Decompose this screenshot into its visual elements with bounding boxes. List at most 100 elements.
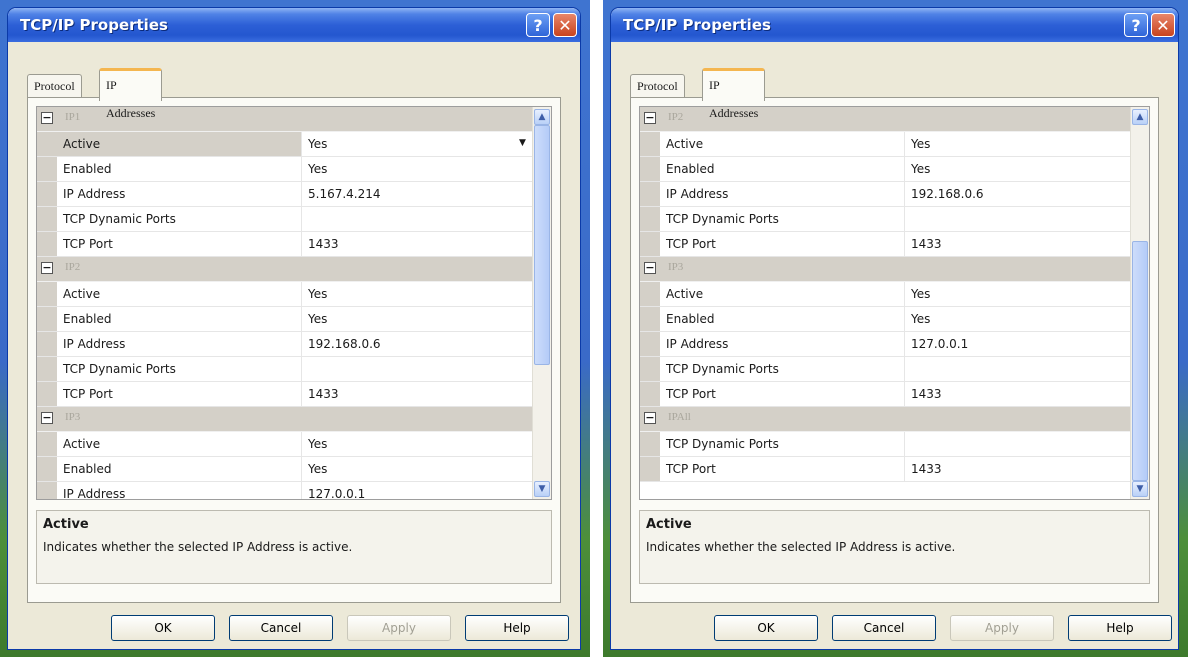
dropdown-arrow-icon[interactable]: ▼ [514,135,531,152]
apply-button[interactable]: Apply [950,615,1054,641]
scroll-thumb[interactable] [1132,241,1148,481]
category-row[interactable]: − IPAll [640,407,1131,432]
property-value[interactable]: Yes [302,282,533,306]
tab-protocol[interactable]: Protocol [630,74,685,97]
property-value[interactable] [905,357,1131,381]
property-value[interactable]: Yes ▼ [302,132,533,156]
property-value[interactable]: Yes [302,432,533,456]
row-gutter [37,307,57,331]
property-value[interactable]: Yes [302,157,533,181]
property-row[interactable]: TCP Port 1433 [37,232,533,257]
cancel-button[interactable]: Cancel [229,615,333,641]
desktop-background-right: TCP/IP Properties ? ✕ Protocol IP Addres… [603,0,1188,657]
scroll-up-icon[interactable]: ▲ [1132,109,1148,125]
property-value[interactable] [302,357,533,381]
property-row[interactable]: Active Yes [640,132,1131,157]
collapse-icon[interactable]: − [644,412,656,424]
ok-button[interactable]: OK [714,615,818,641]
row-gutter [640,432,660,456]
close-icon[interactable]: ✕ [553,13,577,37]
property-row[interactable]: IP Address 192.168.0.6 [37,332,533,357]
property-row[interactable]: TCP Port 1433 [640,457,1131,482]
property-value[interactable] [302,207,533,231]
property-row[interactable]: TCP Dynamic Ports [37,207,533,232]
property-value[interactable]: Yes [905,132,1131,156]
property-row[interactable]: Enabled Yes [37,457,533,482]
property-value[interactable]: 127.0.0.1 [302,482,533,500]
property-value[interactable] [905,432,1131,456]
property-name: TCP Dynamic Ports [57,357,302,381]
property-row[interactable]: Active Yes [37,282,533,307]
tab-ip-addresses[interactable]: IP Addresses [99,68,163,120]
ok-button[interactable]: OK [111,615,215,641]
help-button[interactable]: Help [465,615,569,641]
property-value[interactable]: 1433 [905,232,1131,256]
property-row[interactable]: Enabled Yes [640,157,1131,182]
scroll-up-icon[interactable]: ▲ [534,109,550,125]
property-value[interactable]: 1433 [905,382,1131,406]
category-row[interactable]: − IP3 [640,257,1131,282]
property-value[interactable]: 192.168.0.6 [302,332,533,356]
property-row[interactable]: Enabled Yes [640,307,1131,332]
property-row[interactable]: Enabled Yes [37,307,533,332]
help-icon[interactable]: ? [526,13,550,37]
property-row[interactable]: IP Address 192.168.0.6 [640,182,1131,207]
property-value[interactable]: 192.168.0.6 [905,182,1131,206]
category-row[interactable]: − IP3 [37,407,533,432]
collapse-icon[interactable]: − [41,112,53,124]
row-gutter [37,357,57,381]
collapse-icon[interactable]: − [644,262,656,274]
property-value[interactable]: Yes [302,307,533,331]
tab-protocol[interactable]: Protocol [27,74,82,97]
property-row[interactable]: IP Address 5.167.4.214 [37,182,533,207]
property-name: TCP Port [57,232,302,256]
property-value[interactable] [905,207,1131,231]
scroll-down-icon[interactable]: ▼ [534,481,550,497]
scroll-thumb[interactable] [534,125,550,365]
property-value[interactable]: Yes [905,307,1131,331]
property-row[interactable]: TCP Port 1433 [640,232,1131,257]
property-row[interactable]: TCP Dynamic Ports [640,432,1131,457]
close-icon[interactable]: ✕ [1151,13,1175,37]
category-row[interactable]: − IP2 [37,257,533,282]
property-name: Active [660,282,905,306]
property-value[interactable]: 1433 [302,232,533,256]
property-value[interactable]: 5.167.4.214 [302,182,533,206]
cancel-button[interactable]: Cancel [832,615,936,641]
property-row[interactable]: Enabled Yes [37,157,533,182]
vertical-scrollbar[interactable]: ▲ ▼ [1130,107,1149,499]
property-value[interactable]: 1433 [905,457,1131,481]
vertical-scrollbar[interactable]: ▲ ▼ [532,107,551,499]
property-row[interactable]: TCP Dynamic Ports [37,357,533,382]
property-row[interactable]: IP Address 127.0.0.1 [37,482,533,500]
apply-button[interactable]: Apply [347,615,451,641]
collapse-icon[interactable]: − [41,262,53,274]
collapse-icon[interactable]: − [644,112,656,124]
property-name: Enabled [660,307,905,331]
collapse-icon[interactable]: − [41,412,53,424]
help-button[interactable]: Help [1068,615,1172,641]
property-grid: − IP1 Active Yes ▼ Enabled Yes IP Address 5.167.… [36,106,552,500]
tab-ip-addresses[interactable]: IP Addresses [702,68,766,120]
property-value[interactable]: Yes [905,282,1131,306]
property-row[interactable]: TCP Dynamic Ports [640,207,1131,232]
property-row[interactable]: TCP Dynamic Ports [640,357,1131,382]
property-rows: − IP1 Active Yes ▼ Enabled Yes IP Address 5.167.… [37,107,533,500]
property-row[interactable]: IP Address 127.0.0.1 [640,332,1131,357]
property-row[interactable]: TCP Port 1433 [37,382,533,407]
row-gutter [640,282,660,306]
property-value-text: 127.0.0.1 [308,487,366,500]
title-bar[interactable]: TCP/IP Properties ? ✕ [8,8,580,42]
property-row[interactable]: Active Yes ▼ [37,132,533,157]
property-row[interactable]: Active Yes [37,432,533,457]
property-row[interactable]: TCP Port 1433 [640,382,1131,407]
property-row[interactable]: Active Yes [640,282,1131,307]
property-value[interactable]: Yes [302,457,533,481]
help-icon[interactable]: ? [1124,13,1148,37]
category-label: IPAll [668,411,691,423]
title-bar[interactable]: TCP/IP Properties ? ✕ [611,8,1178,42]
property-value[interactable]: 127.0.0.1 [905,332,1131,356]
scroll-down-icon[interactable]: ▼ [1132,481,1148,497]
property-value[interactable]: 1433 [302,382,533,406]
property-value[interactable]: Yes [905,157,1131,181]
